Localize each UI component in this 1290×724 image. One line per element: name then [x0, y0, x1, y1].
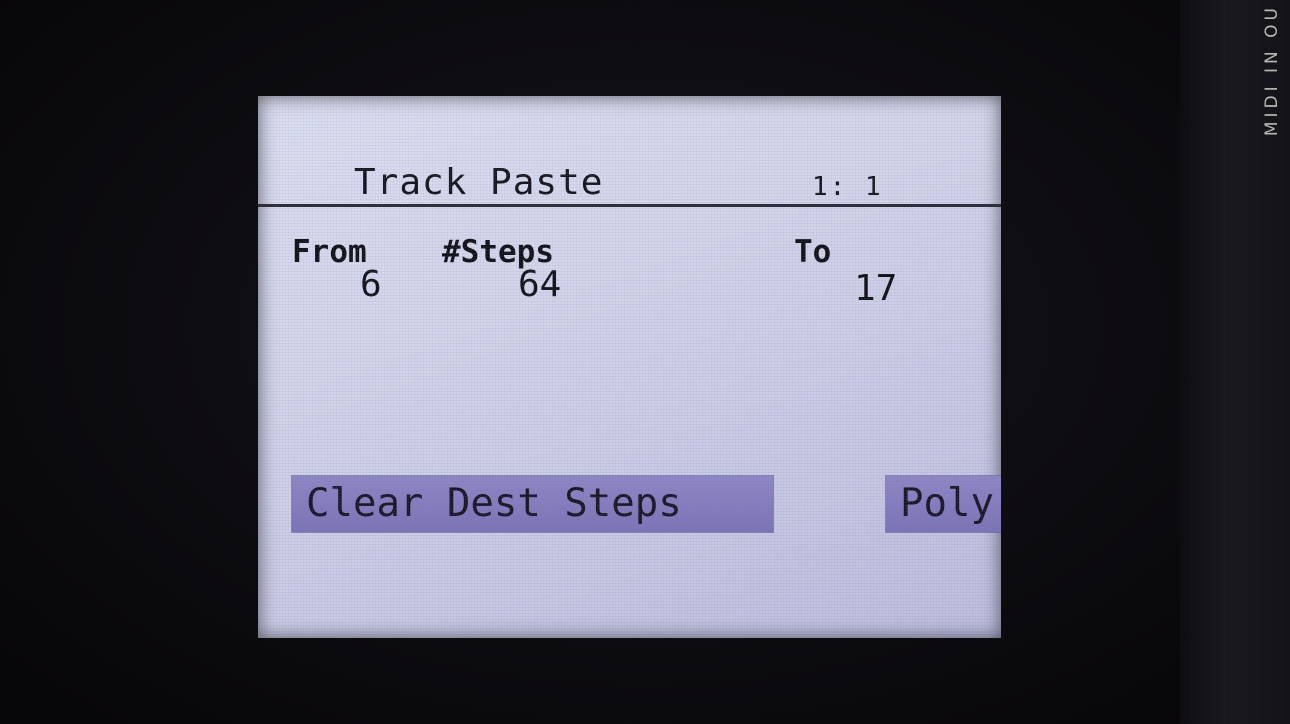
to-label: To	[794, 234, 832, 270]
from-label: From	[292, 234, 367, 270]
from-value[interactable]: 6	[360, 264, 382, 305]
steps-value[interactable]: 64	[518, 264, 561, 305]
track-position-readout: 1: 1	[812, 172, 883, 202]
poly-button[interactable]: Poly	[886, 476, 1001, 532]
page-title: Track Paste	[354, 162, 604, 203]
lcd-screen: Track Paste 1: 1 From 6 #Steps 64 To 17 …	[258, 96, 1001, 638]
midi-port-label: MIDI IN OU	[1262, 4, 1282, 137]
to-value[interactable]: 17	[854, 268, 897, 309]
clear-dest-steps-button[interactable]: Clear Dest Steps	[292, 476, 773, 532]
header-divider	[258, 204, 1001, 207]
